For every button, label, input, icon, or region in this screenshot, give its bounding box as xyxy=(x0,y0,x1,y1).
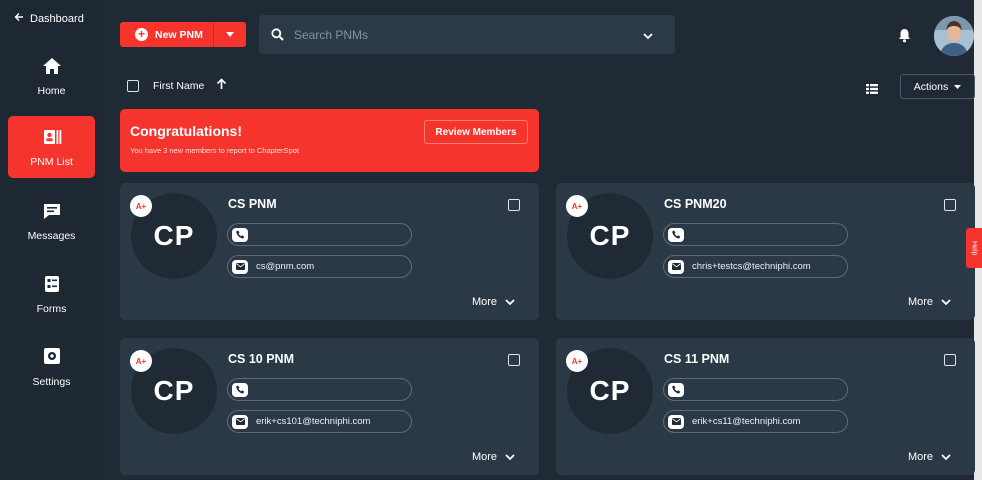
phone-field[interactable] xyxy=(663,378,848,401)
email-value: cs@pnm.com xyxy=(256,261,315,272)
select-all-checkbox[interactable] xyxy=(127,79,139,92)
card-select-checkbox[interactable] xyxy=(508,199,520,211)
pnm-card[interactable]: CP A+ CS PNM20 chris+testcs@techniphi.co… xyxy=(556,183,975,320)
more-label: More xyxy=(907,451,933,463)
sort-row: First Name xyxy=(127,78,227,93)
messages-icon xyxy=(41,201,63,224)
sidebar-item-label: Forms xyxy=(36,302,67,315)
chevron-down-icon[interactable] xyxy=(643,29,653,43)
more-label: More xyxy=(471,296,497,308)
pnm-list-icon xyxy=(41,127,63,150)
sort-field-label[interactable]: First Name xyxy=(153,80,204,92)
pnm-name[interactable]: CS PNM xyxy=(228,197,277,211)
phone-icon xyxy=(668,227,684,242)
pnm-card[interactable]: CP A+ CS 11 PNM erik+cs11@techniphi.com … xyxy=(556,338,975,475)
congratulations-banner: Congratulations! You have 3 new members … xyxy=(120,109,539,172)
chevron-down-icon xyxy=(941,298,951,305)
home-icon xyxy=(41,56,63,79)
search-input[interactable]: Search PNMs xyxy=(294,28,368,42)
email-field[interactable]: erik+cs11@techniphi.com xyxy=(663,410,848,433)
back-link-label: Dashboard xyxy=(30,12,84,25)
sidebar-item-label: Messages xyxy=(27,229,76,242)
sidebar-item-home[interactable]: Home xyxy=(8,45,95,107)
sidebar-item-label: PNM List xyxy=(30,155,73,168)
card-select-checkbox[interactable] xyxy=(944,199,956,211)
review-members-button[interactable]: Review Members xyxy=(424,120,528,144)
banner-subtitle: You have 3 new members to report to Chap… xyxy=(130,146,299,155)
search-bar[interactable]: Search PNMs xyxy=(259,15,675,54)
sidebar-item-label: Home xyxy=(37,84,66,97)
grade-badge: A+ xyxy=(566,195,588,217)
pnm-name[interactable]: CS 11 PNM xyxy=(664,352,729,366)
phone-icon xyxy=(232,382,248,397)
search-icon xyxy=(271,28,284,41)
more-toggle[interactable]: More xyxy=(908,451,951,463)
grade-badge: A+ xyxy=(566,350,588,372)
email-field[interactable]: erik+cs101@techniphi.com xyxy=(227,410,412,433)
notification-bell-icon[interactable] xyxy=(898,28,911,48)
arrow-left-icon xyxy=(14,12,24,25)
phone-field[interactable] xyxy=(227,223,412,246)
phone-field[interactable] xyxy=(227,378,412,401)
email-field[interactable]: cs@pnm.com xyxy=(227,255,412,278)
actions-dropdown[interactable]: Actions xyxy=(900,74,975,99)
plus-circle-icon: + xyxy=(135,28,148,41)
chevron-down-icon xyxy=(941,453,951,460)
user-avatar[interactable] xyxy=(934,16,974,56)
pnm-name[interactable]: CS PNM20 xyxy=(664,197,727,211)
new-pnm-label: New PNM xyxy=(155,28,203,41)
new-pnm-dropdown-toggle[interactable] xyxy=(213,22,246,47)
grade-badge: A+ xyxy=(130,350,152,372)
chevron-down-icon xyxy=(505,298,515,305)
more-toggle[interactable]: More xyxy=(472,296,515,308)
actions-label: Actions xyxy=(913,80,949,93)
back-to-dashboard-link[interactable]: Dashboard xyxy=(14,12,84,25)
help-tab[interactable]: Help xyxy=(966,228,982,268)
mail-icon xyxy=(232,414,248,429)
new-pnm-button[interactable]: + New PNM xyxy=(120,22,246,47)
caret-down-icon xyxy=(226,32,234,37)
banner-title: Congratulations! xyxy=(130,123,242,139)
mail-icon xyxy=(668,259,684,274)
sidebar: Dashboard Home PNM List Messages Forms S… xyxy=(0,0,103,480)
list-view-icon[interactable] xyxy=(866,81,878,99)
grade-badge: A+ xyxy=(130,195,152,217)
email-field[interactable]: chris+testcs@techniphi.com xyxy=(663,255,848,278)
mail-icon xyxy=(232,259,248,274)
phone-icon xyxy=(232,227,248,242)
more-toggle[interactable]: More xyxy=(908,296,951,308)
card-select-checkbox[interactable] xyxy=(508,354,520,366)
pnm-card[interactable]: CP A+ CS PNM cs@pnm.com More xyxy=(120,183,539,320)
email-value: chris+testcs@techniphi.com xyxy=(692,261,811,272)
settings-icon xyxy=(41,347,63,370)
phone-icon xyxy=(668,382,684,397)
more-label: More xyxy=(471,451,497,463)
forms-icon xyxy=(41,274,63,297)
card-select-checkbox[interactable] xyxy=(944,354,956,366)
chevron-down-icon xyxy=(505,453,515,460)
more-label: More xyxy=(907,296,933,308)
pnm-name[interactable]: CS 10 PNM xyxy=(228,352,294,366)
phone-field[interactable] xyxy=(663,223,848,246)
email-value: erik+cs11@techniphi.com xyxy=(692,416,801,427)
caret-down-icon xyxy=(954,84,962,89)
sidebar-item-pnm-list[interactable]: PNM List xyxy=(8,116,95,178)
pnm-card[interactable]: CP A+ CS 10 PNM erik+cs101@techniphi.com… xyxy=(120,338,539,475)
sidebar-item-label: Settings xyxy=(32,375,71,388)
mail-icon xyxy=(668,414,684,429)
sidebar-item-settings[interactable]: Settings xyxy=(8,336,95,398)
sidebar-item-forms[interactable]: Forms xyxy=(8,263,95,325)
email-value: erik+cs101@techniphi.com xyxy=(256,416,371,427)
more-toggle[interactable]: More xyxy=(472,451,515,463)
arrow-up-icon[interactable] xyxy=(216,78,227,93)
app-window: Dashboard Home PNM List Messages Forms S… xyxy=(0,0,982,480)
sidebar-item-messages[interactable]: Messages xyxy=(8,190,95,252)
